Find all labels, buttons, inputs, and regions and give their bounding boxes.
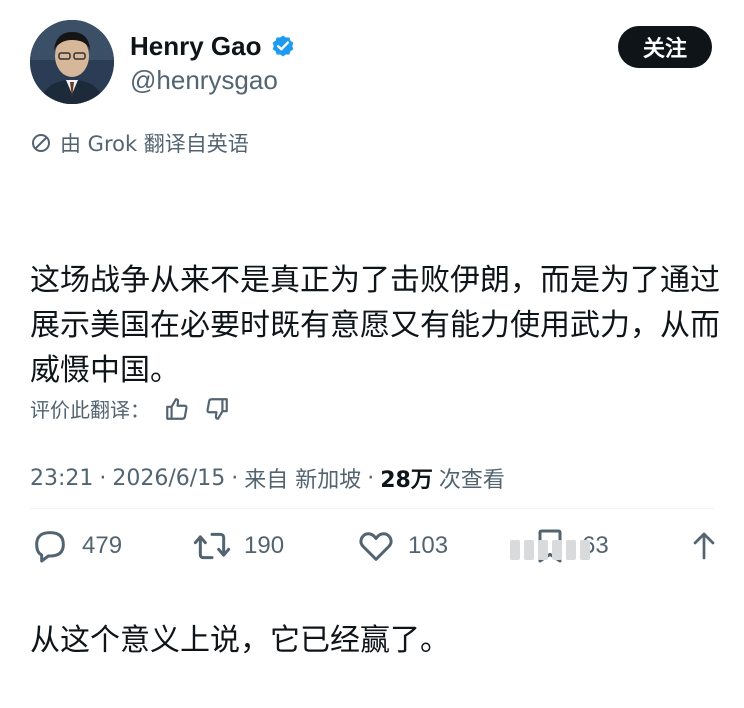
share-icon xyxy=(686,526,722,566)
meta-separator: · xyxy=(99,465,107,491)
tweet-time[interactable]: 23:21 xyxy=(30,466,93,491)
divider xyxy=(30,508,714,509)
reply-icon xyxy=(30,526,70,566)
views-label: 次查看 xyxy=(438,468,505,493)
tweet-paragraph-1: 这场战争从来不是真正为了击败伊朗，而是为了通过展示美国在必要时既有意愿又有能力使… xyxy=(30,263,720,388)
retweet-count: 190 xyxy=(244,532,285,559)
tweet-source-location: 来自 新加坡 xyxy=(244,468,362,493)
reply-button[interactable]: 479 xyxy=(30,526,122,566)
thumbs-up-icon[interactable] xyxy=(164,396,190,422)
meta-separator: · xyxy=(231,465,239,491)
retweet-button[interactable]: 190 xyxy=(192,526,284,566)
like-button[interactable]: 103 xyxy=(356,526,448,566)
verified-badge-icon[interactable] xyxy=(270,33,296,59)
reply-count: 479 xyxy=(82,532,123,559)
follow-button[interactable]: 关注 xyxy=(618,26,712,68)
like-count: 103 xyxy=(408,532,449,559)
tweet-actions: 479 190 103 63 xyxy=(30,524,720,568)
tweet-text: 这场战争从来不是真正为了击败伊朗，而是为了通过展示美国在必要时既有意愿又有能力使… xyxy=(30,168,720,708)
share-button[interactable] xyxy=(686,526,722,566)
translation-label: 由 Grok 翻译自英语 xyxy=(60,132,249,156)
views-count[interactable]: 28万 xyxy=(380,462,433,494)
thumbs-down-icon[interactable] xyxy=(204,396,230,422)
tweet-date[interactable]: 2026/6/15 xyxy=(112,466,225,491)
rate-translation-row: 评价此翻译： xyxy=(30,394,230,423)
author-handle[interactable]: @henrysgao xyxy=(130,64,278,96)
author-display-name[interactable]: Henry Gao xyxy=(130,30,262,62)
meta-separator: · xyxy=(367,465,375,491)
rate-translation-label: 评价此翻译： xyxy=(30,398,150,422)
profile-photo xyxy=(30,20,114,104)
author-name-row: Henry Gao xyxy=(130,30,296,62)
heart-icon xyxy=(356,526,396,566)
watermark-blocks xyxy=(510,540,590,560)
translate-icon xyxy=(30,132,52,154)
tweet-meta: 23:21 · 2026/6/15 · 来自 新加坡 · 28万 次查看 xyxy=(30,462,505,494)
translation-notice: 由 Grok 翻译自英语 xyxy=(30,128,249,158)
tweet-paragraph-2: 从这个意义上说，它已经赢了。 xyxy=(30,623,450,658)
retweet-icon xyxy=(192,526,232,566)
avatar[interactable] xyxy=(30,20,114,104)
